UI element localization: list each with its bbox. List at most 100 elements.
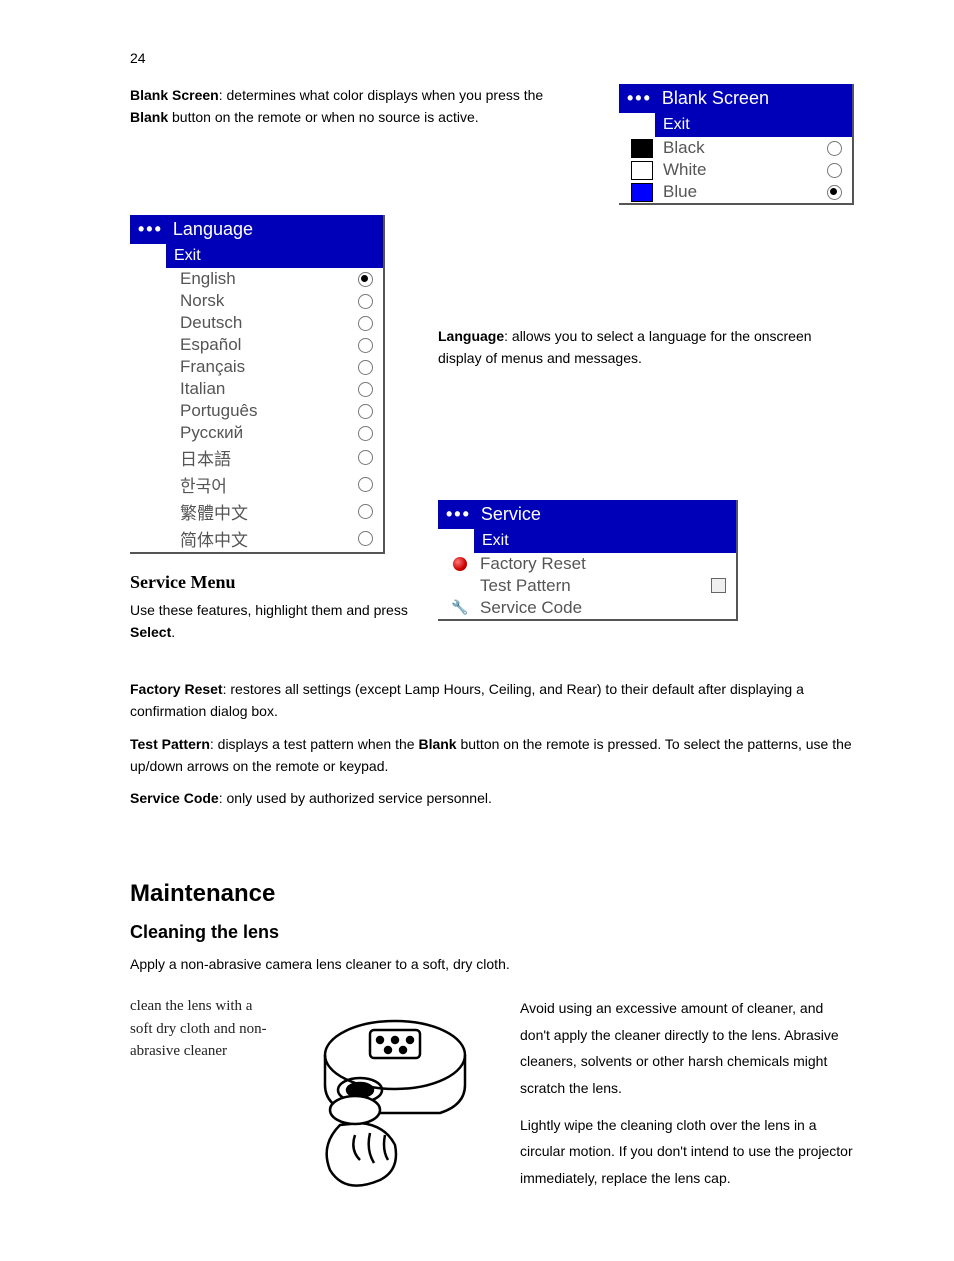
dots-icon: ••• [446, 504, 471, 525]
radio-icon[interactable] [358, 404, 373, 419]
menu-title-bar: ••• Service [438, 500, 736, 529]
menu-item-label: Deutsch [180, 313, 358, 333]
menu-item-label: 한국어 [180, 472, 358, 497]
radio-icon[interactable] [827, 141, 842, 156]
menu-title-text: Blank Screen [662, 88, 769, 109]
menu-item-label: Español [180, 335, 358, 355]
menu-item-white[interactable]: White [619, 159, 852, 181]
lens-caption: clean the lens with a soft dry cloth and… [130, 995, 270, 1063]
text: . [171, 624, 175, 640]
text: Use these features, highlight them and p… [130, 602, 408, 618]
cleaning-lens-heading: Cleaning the lens [130, 922, 854, 943]
page-number: 24 [130, 50, 854, 66]
menu-item-label: 日本語 [180, 445, 358, 470]
menu-item-label: Factory Reset [480, 554, 726, 574]
menu-item-label: Norsk [180, 291, 358, 311]
dots-icon: ••• [627, 88, 652, 109]
radio-icon[interactable] [358, 426, 373, 441]
lens-para-2: Lightly wipe the cleaning cloth over the… [520, 1112, 854, 1192]
blank-screen-paragraph: Blank Screen: determines what color disp… [130, 84, 576, 129]
checkbox-icon[interactable] [711, 578, 726, 593]
language-paragraph: Language: allows you to select a languag… [438, 325, 854, 370]
service-menu-paragraph: Use these features, highlight them and p… [130, 599, 410, 644]
swatch-black [631, 139, 653, 158]
menu-item-label: White [663, 160, 827, 180]
radio-icon[interactable] [358, 272, 373, 287]
menu-item-trad-chinese[interactable]: 繁體中文 [130, 498, 383, 525]
text: : determines what color displays when yo… [219, 87, 544, 103]
radio-icon[interactable] [358, 382, 373, 397]
swatch-white [631, 161, 653, 180]
menu-item-korean[interactable]: 한국어 [130, 471, 383, 498]
service-menu: ••• Service Exit Factory Reset Test Patt… [438, 500, 738, 621]
menu-item-english[interactable]: English [130, 268, 383, 290]
radio-icon[interactable] [827, 185, 842, 200]
wrench-icon: 🔧 [450, 599, 470, 617]
radio-icon[interactable] [358, 338, 373, 353]
menu-item-label: Français [180, 357, 358, 377]
blank-icon [450, 577, 470, 595]
dots-icon: ••• [138, 219, 163, 240]
menu-item-label: 繁體中文 [180, 499, 358, 524]
menu-item-label: English [180, 269, 358, 289]
term-service-code: Service Code [130, 790, 219, 806]
factory-reset-paragraph: Factory Reset: restores all settings (ex… [130, 678, 854, 723]
menu-item-portugues[interactable]: Português [130, 400, 383, 422]
menu-item-label: Black [663, 138, 827, 158]
menu-item-label: Blue [663, 182, 827, 202]
menu-item-factory-reset[interactable]: Factory Reset [438, 553, 736, 575]
text: : only used by authorized service person… [219, 790, 492, 806]
menu-title-text: Service [481, 504, 541, 525]
radio-icon[interactable] [358, 477, 373, 492]
test-pattern-paragraph: Test Pattern: displays a test pattern wh… [130, 733, 854, 778]
service-code-paragraph: Service Code: only used by authorized se… [130, 787, 854, 809]
radio-icon[interactable] [358, 316, 373, 331]
factory-reset-icon [450, 555, 470, 573]
swatch-blue [631, 183, 653, 202]
menu-item-test-pattern[interactable]: Test Pattern [438, 575, 736, 597]
menu-item-simp-chinese[interactable]: 简体中文 [130, 525, 383, 552]
menu-item-norsk[interactable]: Norsk [130, 290, 383, 312]
radio-icon[interactable] [358, 360, 373, 375]
menu-item-espanol[interactable]: Español [130, 334, 383, 356]
menu-item-black[interactable]: Black [619, 137, 852, 159]
term-factory-reset: Factory Reset [130, 681, 223, 697]
menu-item-label: Test Pattern [480, 576, 711, 596]
term-select: Select [130, 624, 171, 640]
menu-exit[interactable]: Exit [166, 244, 383, 268]
menu-title-bar: ••• Language [130, 215, 383, 244]
text: : restores all settings (except Lamp Hou… [130, 681, 804, 719]
blank-screen-menu: ••• Blank Screen Exit Black White Blue [619, 84, 854, 205]
menu-item-russian[interactable]: Русский [130, 422, 383, 444]
term-test-pattern: Test Pattern [130, 736, 210, 752]
radio-icon[interactable] [358, 504, 373, 519]
radio-icon[interactable] [358, 531, 373, 546]
menu-title-bar: ••• Blank Screen [619, 84, 852, 113]
menu-item-deutsch[interactable]: Deutsch [130, 312, 383, 334]
text: button on the remote or when no source i… [168, 109, 479, 125]
menu-item-francais[interactable]: Français [130, 356, 383, 378]
menu-title-text: Language [173, 219, 253, 240]
term-blank: Blank [418, 736, 456, 752]
cleaning-intro-paragraph: Apply a non-abrasive camera lens cleaner… [130, 953, 854, 975]
menu-item-label: Português [180, 401, 358, 421]
radio-icon[interactable] [358, 450, 373, 465]
menu-exit[interactable]: Exit [474, 529, 736, 553]
text: : displays a test pattern when the [210, 736, 419, 752]
service-menu-heading: Service Menu [130, 572, 410, 593]
term-blank-screen: Blank Screen [130, 87, 219, 103]
menu-item-blue[interactable]: Blue [619, 181, 852, 203]
language-menu: ••• Language Exit English Norsk Deutsch … [130, 215, 385, 554]
menu-exit[interactable]: Exit [655, 113, 852, 137]
radio-icon[interactable] [358, 294, 373, 309]
radio-icon[interactable] [827, 163, 842, 178]
menu-item-japanese[interactable]: 日本語 [130, 444, 383, 471]
term-blank: Blank [130, 109, 168, 125]
term-language: Language [438, 328, 504, 344]
menu-item-label: Service Code [480, 598, 726, 618]
menu-item-italian[interactable]: Italian [130, 378, 383, 400]
lens-para-1: Avoid using an excessive amount of clean… [520, 995, 854, 1101]
menu-item-label: Italian [180, 379, 358, 399]
menu-item-service-code[interactable]: 🔧 Service Code [438, 597, 736, 619]
menu-item-label: 简体中文 [180, 526, 358, 551]
